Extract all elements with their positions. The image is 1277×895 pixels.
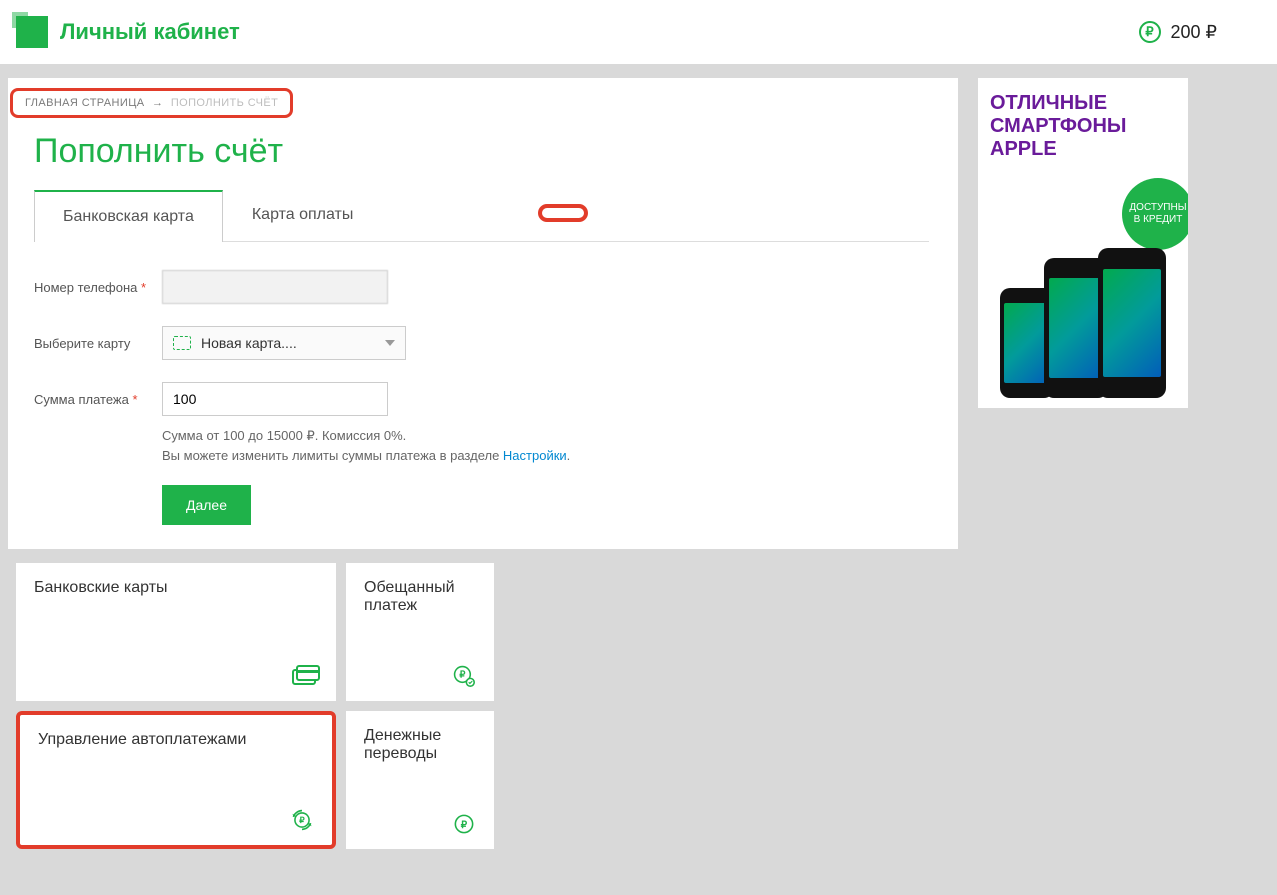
tile-money-transfer[interactable]: Денежные переводы ₽ bbox=[346, 711, 494, 849]
ad-banner[interactable]: ОТЛИЧНЫЕ СМАРТФОНЫ APPLE ДОСТУПНЫ В КРЕД… bbox=[978, 78, 1188, 408]
main-panel: ГЛАВНАЯ СТРАНИЦА → ПОПОЛНИТЬ СЧЁТ Пополн… bbox=[8, 78, 958, 549]
tile-autopay[interactable]: Управление автоплатежами ₽ bbox=[16, 711, 336, 849]
card-select[interactable]: Новая карта.... bbox=[162, 326, 406, 360]
card-icon bbox=[173, 336, 191, 350]
phone-input[interactable] bbox=[162, 270, 388, 304]
svg-text:₽: ₽ bbox=[461, 820, 468, 831]
next-button[interactable]: Далее bbox=[162, 485, 251, 525]
tab-bank-card[interactable]: Банковская карта bbox=[34, 190, 223, 242]
arrow-right-icon: → bbox=[152, 97, 163, 109]
settings-link[interactable]: Настройки bbox=[503, 448, 567, 463]
tile-promised-payment[interactable]: Обещанный платеж ₽ bbox=[346, 563, 494, 701]
chevron-down-icon bbox=[385, 340, 395, 346]
ruble-circle-icon: ₽ bbox=[450, 813, 478, 835]
card-label: Выберите карту bbox=[34, 336, 162, 351]
tiles-grid: Банковские карты Обещанный платеж ₽ Упра… bbox=[16, 563, 958, 849]
card-stack-icon bbox=[292, 665, 320, 687]
amount-hint: Сумма от 100 до 15000 ₽. Комиссия 0%. Вы… bbox=[162, 426, 958, 465]
breadcrumb-home[interactable]: ГЛАВНАЯ СТРАНИЦА bbox=[25, 97, 144, 109]
ad-title: ОТЛИЧНЫЕ СМАРТФОНЫ APPLE bbox=[990, 92, 1176, 161]
tile-bank-cards[interactable]: Банковские карты bbox=[16, 563, 336, 701]
tile-label: Управление автоплатежами bbox=[38, 731, 246, 748]
balance-value: 200 ₽ bbox=[1171, 22, 1218, 43]
logo[interactable]: Личный кабинет bbox=[16, 16, 240, 48]
topup-form: Номер телефона * Выберите карту Новая ка… bbox=[34, 270, 958, 525]
page-title: Пополнить счёт bbox=[34, 132, 958, 171]
amount-input[interactable] bbox=[162, 382, 388, 416]
logo-icon bbox=[16, 16, 48, 48]
phone-label: Номер телефона * bbox=[34, 280, 162, 295]
ruble-check-icon: ₽ bbox=[450, 665, 478, 687]
phones-image bbox=[988, 218, 1178, 398]
balance[interactable]: ₽ 200 ₽ bbox=[1139, 21, 1218, 43]
tile-label: Банковские карты bbox=[34, 579, 168, 596]
amount-label: Сумма платежа * bbox=[34, 392, 162, 407]
svg-text:₽: ₽ bbox=[459, 669, 465, 680]
tile-label: Денежные переводы bbox=[364, 727, 441, 762]
highlight-marker bbox=[538, 204, 588, 222]
card-selected-text: Новая карта.... bbox=[201, 335, 297, 351]
logo-text: Личный кабинет bbox=[60, 19, 240, 45]
top-bar: Личный кабинет ₽ 200 ₽ bbox=[0, 0, 1277, 64]
tabs: Банковская карта Карта оплаты bbox=[34, 189, 929, 242]
tile-label: Обещанный платеж bbox=[364, 579, 455, 614]
tab-payment-card[interactable]: Карта оплаты bbox=[223, 189, 383, 241]
ruble-refresh-icon: ₽ bbox=[288, 809, 316, 831]
breadcrumb-current: ПОПОЛНИТЬ СЧЁТ bbox=[171, 97, 278, 109]
breadcrumb: ГЛАВНАЯ СТРАНИЦА → ПОПОЛНИТЬ СЧЁТ bbox=[10, 88, 293, 118]
svg-text:₽: ₽ bbox=[299, 815, 305, 825]
ruble-icon: ₽ bbox=[1139, 21, 1161, 43]
